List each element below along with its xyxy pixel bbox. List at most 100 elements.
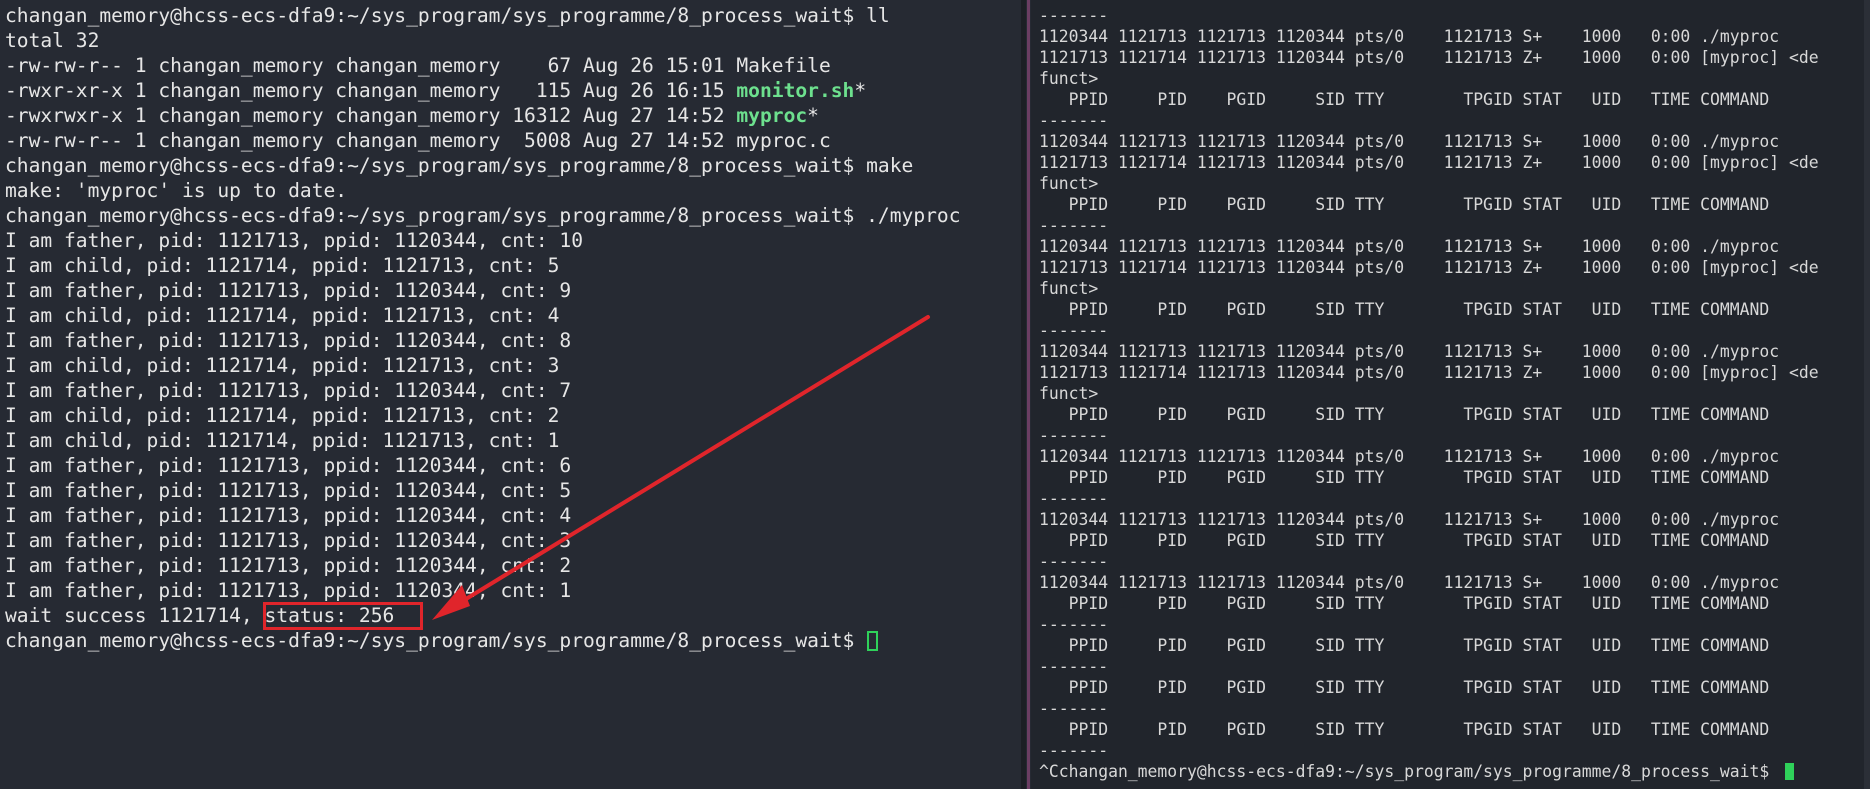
terminal-line-text: ------- [1039, 111, 1109, 130]
terminal-line: 1120344 1121713 1121713 1120344 pts/0 11… [1039, 572, 1779, 593]
terminal-line-text: PPID PID PGID SID TTY TPGID STAT UID TIM… [1039, 90, 1770, 109]
terminal-line-text: 1120344 1121713 1121713 1120344 pts/0 11… [1039, 573, 1780, 592]
terminal-line-text: 1121713 1121714 1121713 1120344 pts/0 11… [1039, 363, 1819, 382]
terminal-line: changan_memory@hcss-ecs-dfa9:~/sys_progr… [5, 628, 879, 653]
terminal-line: PPID PID PGID SID TTY TPGID STAT UID TIM… [1039, 194, 1770, 215]
terminal-line: I am father, pid: 1121713, ppid: 1120344… [5, 528, 571, 553]
terminal-line-text: ------- [1039, 552, 1109, 571]
left-terminal-pane[interactable]: changan_memory@hcss-ecs-dfa9:~/sys_progr… [0, 0, 1010, 789]
terminal-line-text: I am father, pid: 1121713, ppid: 1120344… [5, 454, 572, 477]
terminal-line: 1120344 1121713 1121713 1120344 pts/0 11… [1039, 446, 1779, 467]
terminal-line-text: I am child, pid: 1121714, ppid: 1121713,… [5, 404, 560, 427]
terminal-line-text: funct> [1039, 279, 1099, 298]
terminal-line: ------- [1039, 698, 1108, 719]
executable-suffix: * [807, 104, 819, 127]
terminal-line-text: ------- [1039, 741, 1109, 760]
terminal-line: I am father, pid: 1121713, ppid: 1120344… [5, 453, 571, 478]
terminal-line: I am father, pid: 1121713, ppid: 1120344… [5, 378, 571, 403]
terminal-line: 1121713 1121714 1121713 1120344 pts/0 11… [1039, 152, 1819, 173]
terminal-line-text: funct> [1039, 69, 1099, 88]
terminal-line: I am father, pid: 1121713, ppid: 1120344… [5, 503, 571, 528]
terminal-line-text: I am child, pid: 1121714, ppid: 1121713,… [5, 254, 560, 277]
terminal-line-text: PPID PID PGID SID TTY TPGID STAT UID TIM… [1039, 594, 1770, 613]
executable-file-name: myproc [736, 104, 808, 127]
terminal-line: I am father, pid: 1121713, ppid: 1120344… [5, 478, 571, 503]
terminal-line-text: I am father, pid: 1121713, ppid: 1120344… [5, 379, 572, 402]
executable-file-name: monitor.sh [736, 79, 855, 102]
terminal-line: I am father, pid: 1121713, ppid: 1120344… [5, 553, 571, 578]
terminal-line: 1120344 1121713 1121713 1120344 pts/0 11… [1039, 509, 1779, 530]
terminal-line-text: I am father, pid: 1121713, ppid: 1120344… [5, 529, 572, 552]
right-scrollbar-track[interactable] [1864, 0, 1870, 789]
terminal-line-text: 1120344 1121713 1121713 1120344 pts/0 11… [1039, 447, 1780, 466]
terminal-line: 1120344 1121713 1121713 1120344 pts/0 11… [1039, 341, 1779, 362]
terminal-line-text: I am father, pid: 1121713, ppid: 1120344… [5, 479, 572, 502]
terminal-line-text: I am child, pid: 1121714, ppid: 1121713,… [5, 354, 560, 377]
terminal-line-text: ^Cchangan_memory@hcss-ecs-dfa9:~/sys_pro… [1039, 762, 1780, 781]
terminal-line-text: 1121713 1121714 1121713 1120344 pts/0 11… [1039, 258, 1819, 277]
terminal-line-text: make: 'myproc' is up to date. [5, 179, 348, 202]
terminal-line: ------- [1039, 425, 1108, 446]
terminal-line: ------- [1039, 5, 1108, 26]
terminal-line: PPID PID PGID SID TTY TPGID STAT UID TIM… [1039, 299, 1770, 320]
terminal-line-text: 1120344 1121713 1121713 1120344 pts/0 11… [1039, 132, 1780, 151]
terminal-line-text: 1120344 1121713 1121713 1120344 pts/0 11… [1039, 237, 1780, 256]
terminal-line: 1121713 1121714 1121713 1120344 pts/0 11… [1039, 257, 1819, 278]
terminal-cursor[interactable] [867, 631, 879, 651]
terminal-line: PPID PID PGID SID TTY TPGID STAT UID TIM… [1039, 635, 1770, 656]
terminal-line-text: changan_memory@hcss-ecs-dfa9:~/sys_progr… [5, 4, 890, 27]
terminal-line-text: I am father, pid: 1121713, ppid: 1120344… [5, 329, 572, 352]
terminal-line: ------- [1039, 320, 1108, 341]
terminal-line-text: PPID PID PGID SID TTY TPGID STAT UID TIM… [1039, 195, 1770, 214]
terminal-line: I am child, pid: 1121714, ppid: 1121713,… [5, 303, 559, 328]
terminal-line-text: -rw-rw-r-- 1 changan_memory changan_memo… [5, 54, 831, 77]
terminal-line: -rw-rw-r-- 1 changan_memory changan_memo… [5, 53, 831, 78]
terminal-line-text: changan_memory@hcss-ecs-dfa9:~/sys_progr… [5, 629, 867, 652]
terminal-line-text: ------- [1039, 426, 1109, 445]
terminal-line: ------- [1039, 551, 1108, 572]
terminal-line: funct> [1039, 68, 1098, 89]
terminal-line-text: PPID PID PGID SID TTY TPGID STAT UID TIM… [1039, 405, 1770, 424]
terminal-line: -rwxrwxr-x 1 changan_memory changan_memo… [5, 103, 819, 128]
terminal-line-text: 1120344 1121713 1121713 1120344 pts/0 11… [1039, 510, 1780, 529]
terminal-line: changan_memory@hcss-ecs-dfa9:~/sys_progr… [5, 153, 913, 178]
terminal-line: ------- [1039, 740, 1108, 761]
terminal-line: changan_memory@hcss-ecs-dfa9:~/sys_progr… [5, 203, 961, 228]
terminal-line: I am child, pid: 1121714, ppid: 1121713,… [5, 403, 559, 428]
terminal-line: -rwxr-xr-x 1 changan_memory changan_memo… [5, 78, 866, 103]
terminal-line: PPID PID PGID SID TTY TPGID STAT UID TIM… [1039, 719, 1770, 740]
terminal-line-text: PPID PID PGID SID TTY TPGID STAT UID TIM… [1039, 720, 1770, 739]
terminal-line-text: -rwxrwxr-x 1 changan_memory changan_memo… [5, 104, 737, 127]
terminal-line-text: I am father, pid: 1121713, ppid: 1120344… [5, 554, 572, 577]
pane-divider[interactable] [1027, 0, 1030, 789]
terminal-line-text: PPID PID PGID SID TTY TPGID STAT UID TIM… [1039, 636, 1770, 655]
terminal-line-text: -rw-rw-r-- 1 changan_memory changan_memo… [5, 129, 831, 152]
terminal-line-text: PPID PID PGID SID TTY TPGID STAT UID TIM… [1039, 531, 1770, 550]
terminal-line-text: 1121713 1121714 1121713 1120344 pts/0 11… [1039, 153, 1819, 172]
terminal-line: PPID PID PGID SID TTY TPGID STAT UID TIM… [1039, 404, 1770, 425]
terminal-line-text: ------- [1039, 615, 1109, 634]
terminal-line: total 32 [5, 28, 99, 53]
terminal-line-text: funct> [1039, 174, 1099, 193]
terminal-line: 1121713 1121714 1121713 1120344 pts/0 11… [1039, 47, 1819, 68]
terminal-line: ------- [1039, 488, 1108, 509]
terminal-line: 1120344 1121713 1121713 1120344 pts/0 11… [1039, 26, 1779, 47]
terminal-line-text: changan_memory@hcss-ecs-dfa9:~/sys_progr… [5, 154, 914, 177]
terminal-cursor[interactable] [1785, 763, 1795, 780]
terminal-line: funct> [1039, 278, 1098, 299]
terminal-line-text: I am father, pid: 1121713, ppid: 1120344… [5, 579, 572, 602]
terminal-line: 1121713 1121714 1121713 1120344 pts/0 11… [1039, 362, 1819, 383]
terminal-line-text: PPID PID PGID SID TTY TPGID STAT UID TIM… [1039, 300, 1770, 319]
terminal-line-text: ------- [1039, 6, 1109, 25]
status-highlight-box [263, 602, 423, 630]
terminal-line: I am father, pid: 1121713, ppid: 1120344… [5, 578, 571, 603]
terminal-line: changan_memory@hcss-ecs-dfa9:~/sys_progr… [5, 3, 890, 28]
terminal-line: PPID PID PGID SID TTY TPGID STAT UID TIM… [1039, 467, 1770, 488]
terminal-line: funct> [1039, 383, 1098, 404]
terminal-line-text: -rwxr-xr-x 1 changan_memory changan_memo… [5, 79, 737, 102]
terminal-line: ^Cchangan_memory@hcss-ecs-dfa9:~/sys_pro… [1039, 761, 1795, 782]
terminal-line-text: 1121713 1121714 1121713 1120344 pts/0 11… [1039, 48, 1819, 67]
terminal-line-text: ------- [1039, 216, 1109, 235]
right-terminal-pane[interactable]: ------- 1120344 1121713 1121713 1120344 p… [1031, 0, 1870, 789]
terminal-line: 1120344 1121713 1121713 1120344 pts/0 11… [1039, 131, 1779, 152]
